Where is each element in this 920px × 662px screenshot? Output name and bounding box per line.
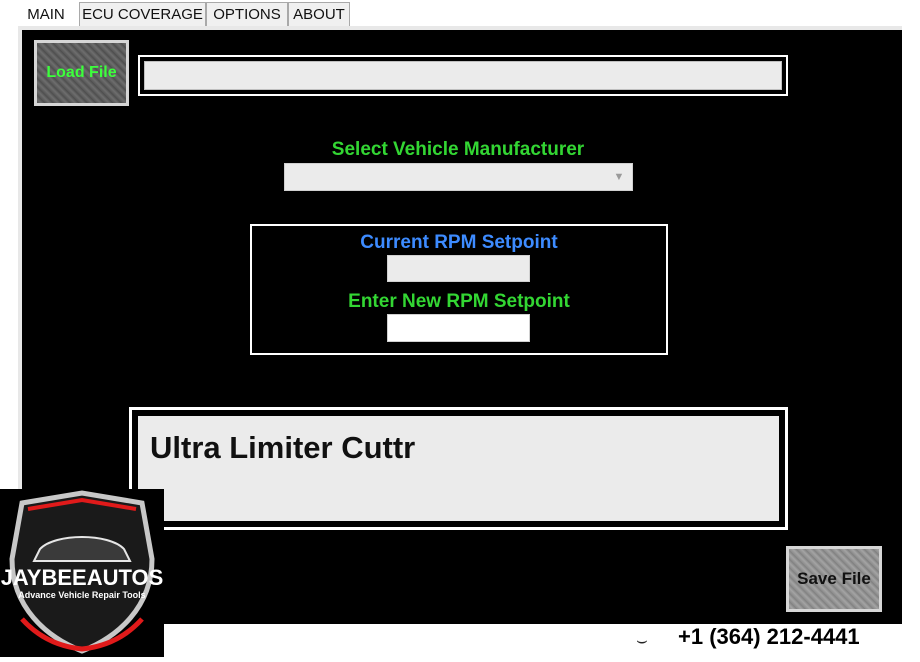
brand-tagline: Advance Vehicle Repair Tools xyxy=(18,590,146,600)
tab-ecu-coverage[interactable]: ECU COVERAGE xyxy=(79,2,206,26)
new-rpm-label: Enter New RPM Setpoint xyxy=(348,291,570,312)
save-file-button[interactable]: Save File xyxy=(786,546,882,612)
manufacturer-label: Select Vehicle Manufacturer xyxy=(331,139,585,160)
brand-logo: JAYBEEAUTOS Advance Vehicle Repair Tools xyxy=(0,489,164,657)
file-path-container xyxy=(138,55,788,96)
current-rpm-label: Current RPM Setpoint xyxy=(360,232,558,253)
product-title-area: Ultra Limiter Cuttr xyxy=(138,416,779,521)
new-rpm-input[interactable] xyxy=(387,314,530,342)
tab-options[interactable]: OPTIONS xyxy=(206,2,288,26)
phone-icon: ⌣ xyxy=(636,630,648,650)
tab-about[interactable]: ABOUT xyxy=(288,2,350,26)
file-path-input[interactable] xyxy=(144,61,782,90)
brand-name: JAYBEEAUTOS xyxy=(0,565,164,590)
product-title-box: Ultra Limiter Cuttr xyxy=(129,407,788,530)
phone-number: +1 (364) 212-4441 xyxy=(678,624,860,649)
manufacturer-select[interactable]: ▼ xyxy=(284,163,633,191)
chevron-down-icon[interactable]: ▼ xyxy=(606,164,632,190)
load-file-button[interactable]: Load File xyxy=(34,40,129,106)
tab-main[interactable]: MAIN xyxy=(17,0,75,27)
current-rpm-field xyxy=(387,255,530,282)
tab-strip: MAIN ECU COVERAGE OPTIONS ABOUT xyxy=(0,0,920,27)
product-title: Ultra Limiter Cuttr xyxy=(150,430,416,465)
